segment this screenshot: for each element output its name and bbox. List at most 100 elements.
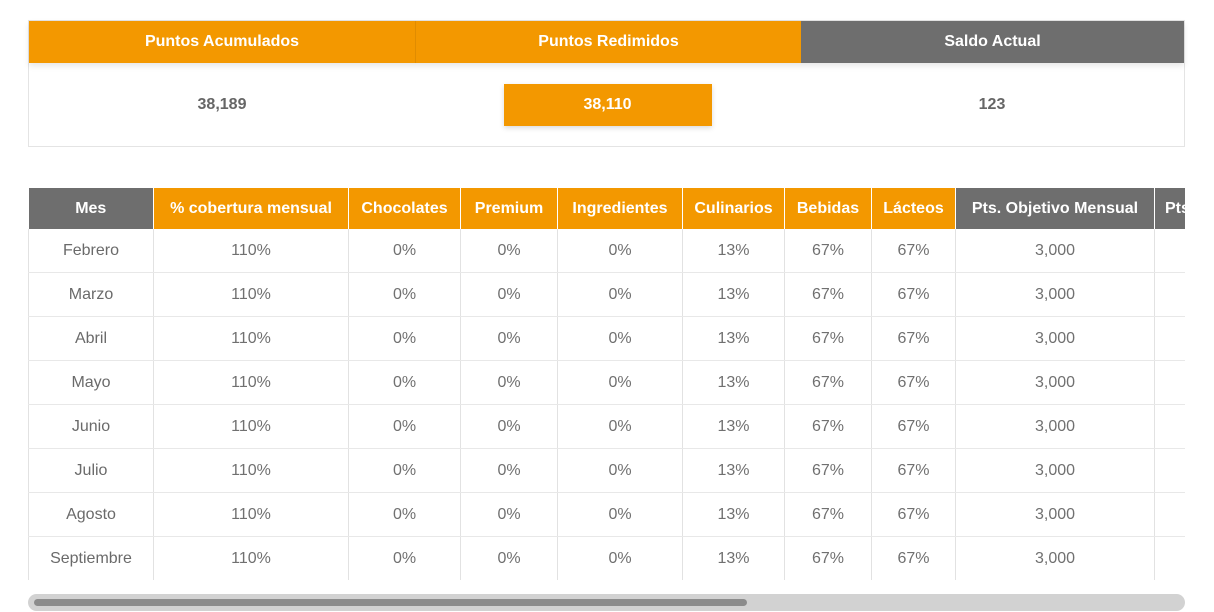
cell-premium: 0%	[460, 448, 558, 493]
cell-culinary: 13%	[682, 536, 785, 580]
cell-premium: 0%	[460, 404, 558, 449]
current-balance-header: Saldo Actual	[801, 21, 1184, 63]
cell-chocolates: 0%	[348, 316, 461, 361]
table-header-row: Mes % cobertura mensual Chocolates Premi…	[28, 188, 1185, 229]
cell-chocolates: 0%	[348, 404, 461, 449]
monthly-coverage-table-container[interactable]: Mes % cobertura mensual Chocolates Premi…	[28, 188, 1185, 580]
column-header-monthly-target-points: Pts. Objetivo Mensual	[955, 188, 1155, 229]
cell-dairy: 67%	[871, 448, 956, 493]
cell-beverages: 67%	[784, 360, 872, 405]
table-row: Agosto 110% 0% 0% 0% 13% 67% 67% 3,000	[28, 492, 1185, 537]
column-header-chocolates: Chocolates	[348, 188, 461, 229]
cell-monthly-target-points: 3,000	[955, 492, 1155, 537]
cell-monthly-target-points: 3,000	[955, 316, 1155, 361]
cell-premium: 0%	[460, 492, 558, 537]
cell-month: Junio	[28, 404, 154, 449]
cell-points-truncated	[1154, 448, 1185, 493]
cell-culinary: 13%	[682, 360, 785, 405]
cell-monthly-target-points: 3,000	[955, 229, 1155, 273]
cell-beverages: 67%	[784, 536, 872, 580]
cell-month: Febrero	[28, 229, 154, 273]
cell-premium: 0%	[460, 316, 558, 361]
cell-chocolates: 0%	[348, 229, 461, 273]
cell-dairy: 67%	[871, 536, 956, 580]
cell-chocolates: 0%	[348, 272, 461, 317]
summary-values-row: 38,189 38,110 123	[29, 63, 1184, 147]
cell-dairy: 67%	[871, 360, 956, 405]
column-header-month: Mes	[28, 188, 154, 229]
cell-ingredients: 0%	[557, 492, 683, 537]
cell-points-truncated	[1154, 229, 1185, 273]
table-body: Febrero 110% 0% 0% 0% 13% 67% 67% 3,000 Marzo 110%…	[28, 229, 1185, 580]
column-header-beverages: Bebidas	[784, 188, 872, 229]
cell-culinary: 13%	[682, 448, 785, 493]
cell-culinary: 13%	[682, 316, 785, 361]
cell-beverages: 67%	[784, 448, 872, 493]
cell-culinary: 13%	[682, 492, 785, 537]
cell-premium: 0%	[460, 272, 558, 317]
cell-points-truncated	[1154, 316, 1185, 361]
column-header-monthly-coverage: % cobertura mensual	[153, 188, 349, 229]
redeemed-points-value[interactable]: 38,110	[503, 84, 712, 126]
monthly-coverage-table: Mes % cobertura mensual Chocolates Premi…	[28, 188, 1185, 580]
cell-dairy: 67%	[871, 492, 956, 537]
cell-chocolates: 0%	[348, 536, 461, 580]
cell-beverages: 67%	[784, 404, 872, 449]
cell-month: Marzo	[28, 272, 154, 317]
cell-monthly-coverage: 110%	[153, 536, 349, 580]
cell-monthly-target-points: 3,000	[955, 448, 1155, 493]
table-row: Marzo 110% 0% 0% 0% 13% 67% 67% 3,000	[28, 272, 1185, 317]
column-header-culinary: Culinarios	[682, 188, 785, 229]
cell-dairy: 67%	[871, 316, 956, 361]
cell-ingredients: 0%	[557, 536, 683, 580]
points-summary-card: Puntos Acumulados Puntos Redimidos Saldo…	[28, 20, 1185, 147]
cell-month: Julio	[28, 448, 154, 493]
cell-monthly-coverage: 110%	[153, 360, 349, 405]
cell-beverages: 67%	[784, 229, 872, 273]
cell-monthly-coverage: 110%	[153, 272, 349, 317]
column-header-points-truncated: Pts	[1154, 188, 1185, 229]
cell-ingredients: 0%	[557, 448, 683, 493]
accumulated-points-header: Puntos Acumulados	[29, 21, 416, 63]
cell-points-truncated	[1154, 360, 1185, 405]
cell-premium: 0%	[460, 536, 558, 580]
cell-month: Mayo	[28, 360, 154, 405]
horizontal-scrollbar[interactable]	[28, 594, 1185, 611]
cell-chocolates: 0%	[348, 448, 461, 493]
cell-monthly-coverage: 110%	[153, 404, 349, 449]
cell-chocolates: 0%	[348, 492, 461, 537]
column-header-dairy: Lácteos	[871, 188, 956, 229]
cell-ingredients: 0%	[557, 404, 683, 449]
cell-monthly-coverage: 110%	[153, 448, 349, 493]
summary-header-row: Puntos Acumulados Puntos Redimidos Saldo…	[29, 21, 1184, 63]
cell-monthly-target-points: 3,000	[955, 272, 1155, 317]
cell-ingredients: 0%	[557, 360, 683, 405]
scrollbar-thumb[interactable]	[34, 599, 747, 606]
accumulated-points-value: 38,189	[197, 96, 247, 113]
cell-month: Agosto	[28, 492, 154, 537]
cell-culinary: 13%	[682, 229, 785, 273]
cell-premium: 0%	[460, 229, 558, 273]
cell-monthly-target-points: 3,000	[955, 404, 1155, 449]
cell-month: Abril	[28, 316, 154, 361]
column-header-premium: Premium	[460, 188, 558, 229]
cell-monthly-coverage: 110%	[153, 316, 349, 361]
table-row: Abril 110% 0% 0% 0% 13% 67% 67% 3,000	[28, 316, 1185, 361]
table-row: Septiembre 110% 0% 0% 0% 13% 67% 67% 3,000	[28, 536, 1185, 580]
cell-points-truncated	[1154, 272, 1185, 317]
cell-premium: 0%	[460, 360, 558, 405]
redeemed-points-cell: 38,110	[415, 84, 800, 126]
cell-chocolates: 0%	[348, 360, 461, 405]
cell-beverages: 67%	[784, 492, 872, 537]
cell-points-truncated	[1154, 404, 1185, 449]
redeemed-points-header: Puntos Redimidos	[416, 21, 801, 63]
cell-points-truncated	[1154, 536, 1185, 580]
cell-beverages: 67%	[784, 316, 872, 361]
table-row: Junio 110% 0% 0% 0% 13% 67% 67% 3,000	[28, 404, 1185, 449]
cell-ingredients: 0%	[557, 316, 683, 361]
cell-monthly-coverage: 110%	[153, 229, 349, 273]
cell-dairy: 67%	[871, 229, 956, 273]
cell-beverages: 67%	[784, 272, 872, 317]
cell-month: Septiembre	[28, 536, 154, 580]
table-row: Julio 110% 0% 0% 0% 13% 67% 67% 3,000	[28, 448, 1185, 493]
